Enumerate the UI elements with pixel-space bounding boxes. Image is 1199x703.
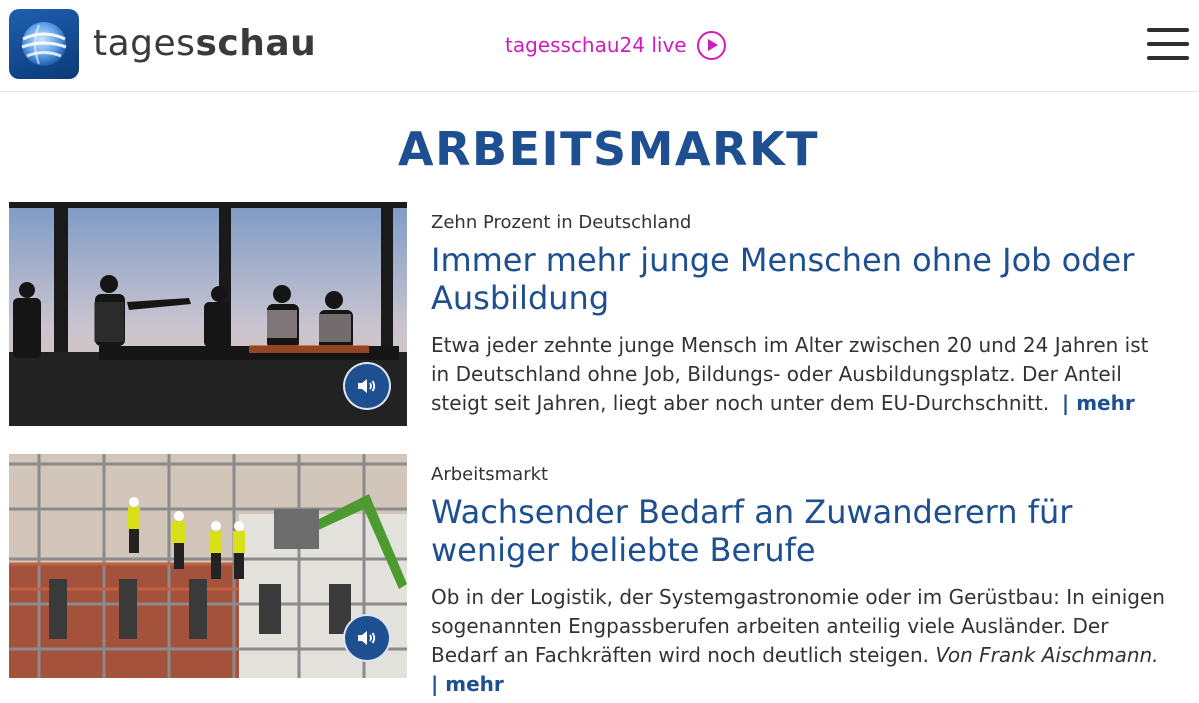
live-label: tagesschau24 live	[505, 33, 687, 57]
teaser-topline: Zehn Prozent in Deutschland	[431, 212, 692, 233]
teaser-topline: Arbeitsmarkt	[431, 464, 549, 485]
teaser-headline[interactable]: Wachsender Bedarf an Zuwanderern für wen…	[431, 493, 1171, 569]
teaser-body-text: Etwa jeder zehnte junge Mensch im Alter …	[431, 333, 1149, 415]
audio-play-button[interactable]	[343, 362, 391, 410]
teaser-author: Von Frank Aischmann.	[935, 643, 1159, 667]
teaser-text: Arbeitsmarkt Wachsender Bedarf an Zuwand…	[431, 454, 1171, 699]
brand-light: tages	[93, 23, 196, 64]
site-header: tagesschau tagesschau24 live	[0, 0, 1199, 92]
teaser-item: Zehn Prozent in Deutschland Immer mehr j…	[0, 202, 1199, 427]
teaser-body: Ob in der Logistik, der Systemgastronomi…	[431, 583, 1171, 699]
more-link[interactable]: | mehr	[1062, 391, 1135, 415]
tagesschau-logo-icon[interactable]	[9, 9, 79, 79]
brand-wordmark[interactable]: tagesschau	[93, 20, 316, 68]
teaser-image-scaffolding[interactable]	[9, 454, 407, 678]
brand-bold: schau	[195, 23, 317, 64]
teaser-headline[interactable]: Immer mehr junge Menschen ohne Job oder …	[431, 241, 1171, 317]
speaker-icon	[358, 631, 376, 645]
hamburger-menu-icon[interactable]	[1147, 28, 1189, 62]
teaser-text: Zehn Prozent in Deutschland Immer mehr j…	[431, 202, 1171, 418]
more-link[interactable]: | mehr	[431, 672, 504, 696]
teaser-body: Etwa jeder zehnte junge Mensch im Alter …	[431, 331, 1171, 418]
tagesschau24-live-link[interactable]: tagesschau24 live	[505, 28, 726, 62]
teaser-image-young-people[interactable]	[9, 202, 407, 426]
speaker-icon	[358, 379, 376, 393]
section-title: ARBEITSMARKT	[398, 122, 819, 176]
teaser-item: Arbeitsmarkt Wachsender Bedarf an Zuwand…	[0, 454, 1199, 696]
audio-play-button[interactable]	[343, 614, 391, 662]
play-circle-icon	[696, 30, 726, 60]
